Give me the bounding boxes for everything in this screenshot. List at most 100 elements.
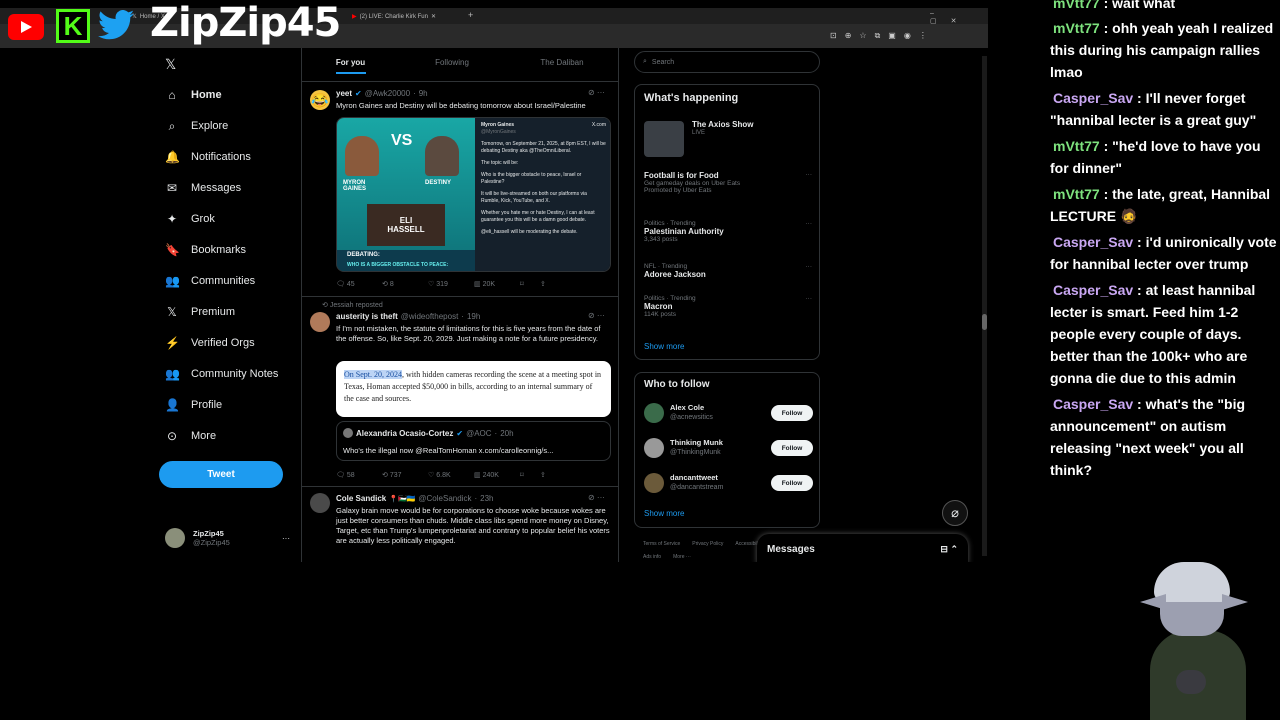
sidebar-item-explore[interactable]: ⌕ Explore — [165, 114, 229, 138]
views-button[interactable]: ▥ 240K — [474, 471, 520, 479]
ear — [1222, 594, 1248, 610]
sidebar-item-premium[interactable]: 𝕏 Premium — [165, 300, 235, 324]
messages-drawer[interactable]: Messages ⊟ ⌃ — [757, 534, 968, 562]
sidebar-item-more[interactable]: ⊙ More — [165, 424, 216, 448]
show-more-link[interactable]: Show more — [644, 509, 684, 518]
more-icon[interactable]: ⊘ ··· — [588, 311, 605, 320]
avatar — [310, 493, 330, 513]
tweet-button[interactable]: Tweet — [159, 461, 283, 488]
explore-icon: ⌕ — [168, 118, 176, 133]
like-button[interactable]: ♡ 319 — [428, 280, 474, 288]
footer-links: Terms of Service Privacy Policy Accessibil… — [643, 541, 763, 560]
sidebar-item-messages[interactable]: ✉ Messages — [165, 176, 241, 200]
profile-icon: 👤 — [165, 398, 180, 412]
sidebar-item-notifications[interactable]: 🔔 Notifications — [165, 145, 251, 169]
more-icon[interactable]: ··· — [806, 220, 813, 227]
quoted-article-image[interactable]: On Sept. 20, 2024, with hidden cameras r… — [336, 361, 611, 417]
trend-item[interactable]: Politics · Trending Macron 114K posts ··· — [644, 295, 812, 318]
chat-message: mVtt77 : "he'd love to have you for dinn… — [1050, 138, 1261, 176]
chat-message: Casper_Sav : at least hannibal lecter is… — [1050, 282, 1256, 386]
views-button[interactable]: ▥ 20K — [474, 280, 520, 288]
sidebar-item-verified-orgs[interactable]: ⚡ Verified Orgs — [165, 331, 255, 355]
trend-item[interactable]: Politics · Trending Palestinian Authority… — [644, 220, 812, 243]
follow-suggestion[interactable]: dancanttweet @dancantstream Follow — [644, 471, 814, 497]
card-text: Tomorrow, on September 21, 2025, at 8pm … — [481, 141, 606, 236]
scrollbar[interactable] — [982, 56, 987, 556]
follow-suggestion[interactable]: Alex Cole @acnewsitics Follow — [644, 401, 814, 427]
more-icon[interactable]: ··· — [806, 295, 813, 302]
sidebar-item-community-notes[interactable]: 👥 Community Notes — [165, 362, 278, 386]
home-icon: ⌂ — [168, 88, 176, 102]
compose-and-collapse-icons[interactable]: ⊟ ⌃ — [940, 544, 958, 555]
kick-logo-icon: K — [56, 9, 90, 43]
premium-icon: 𝕏 — [167, 305, 177, 319]
follow-button[interactable]: Follow — [771, 440, 813, 456]
like-button[interactable]: ♡ 6.8K — [428, 471, 474, 479]
share-button[interactable]: ⇪ — [540, 471, 586, 479]
sidebar-item-communities[interactable]: 👥 Communities — [165, 269, 255, 293]
more-icon[interactable]: ⊘ ··· — [588, 493, 605, 502]
card-line: It will be live-streamed on both our pla… — [481, 191, 587, 204]
whats-happening-card: What's happening The Axios Show LIVE Foo… — [634, 84, 820, 360]
quoted-tweet[interactable]: Alexandria Ocasio-Cortez ✔ @AOC · 20h Who's … — [336, 421, 611, 461]
x-logo-icon[interactable]: 𝕏 — [165, 56, 176, 73]
avatar — [644, 473, 664, 493]
more-icon[interactable]: ··· — [282, 534, 290, 543]
verified-orgs-icon: ⚡ — [165, 336, 180, 350]
tweet[interactable]: Cole Sandick 📍🇵🇸🇺🇦 @ColeSandick · 23h ⊘ ··· … — [302, 486, 618, 562]
tab-live[interactable]: ▶ (2) LIVE: Charlie Kirk Fun ✕ — [352, 10, 462, 23]
chat-username[interactable]: mVtt77 — [1053, 186, 1100, 202]
share-button[interactable]: ⇪ — [540, 280, 586, 288]
follow-button[interactable]: Follow — [771, 475, 813, 491]
more-icon[interactable]: ⊘ ··· — [588, 88, 605, 97]
trend-item[interactable]: NFL · Trending Adoree Jackson ··· — [644, 263, 812, 279]
grok-icon: ✦ — [166, 212, 178, 226]
sidebar-item-home[interactable]: ⌂ Home — [165, 83, 221, 107]
more-icon[interactable]: ··· — [806, 263, 813, 270]
chat-username[interactable]: Casper_Sav — [1053, 396, 1133, 412]
search-input[interactable]: ⌕ Search — [634, 51, 820, 73]
emote-icon: 🧔 — [1116, 208, 1138, 224]
browser-toolbar-icons[interactable]: ⊡⊕☆⧉▣◉⋮ — [830, 31, 935, 41]
follow-suggestion[interactable]: Thinking Munk @ThinkingMunk Follow — [644, 436, 814, 462]
close-icon[interactable]: ✕ — [431, 13, 436, 20]
follow-button[interactable]: Follow — [771, 405, 813, 421]
chat-message: mVtt77 : ohh yeah yeah I realized this d… — [1050, 20, 1274, 80]
sidebar-item-grok[interactable]: ✦ Grok — [165, 207, 215, 231]
ear — [1140, 594, 1166, 610]
chat-username[interactable]: Casper_Sav — [1053, 282, 1133, 298]
tweet[interactable]: ⟲ Jessiah reposted austerity is theft @wi… — [302, 296, 618, 486]
more-icon[interactable]: ··· — [806, 171, 813, 178]
tweet-media[interactable]: VS MYRON GAINES DESTINY ELI HASSELL DEBA… — [336, 117, 611, 272]
bookmark-button[interactable]: ⌑ — [520, 280, 540, 288]
person-image — [425, 136, 459, 176]
live-thumbnail[interactable] — [644, 121, 684, 157]
grok-icon[interactable]: ⌀ — [942, 500, 968, 526]
repost-button[interactable]: ⟲ 737 — [382, 471, 428, 479]
window-controls[interactable]: –▢✕ — [930, 10, 988, 25]
reply-button[interactable]: 🗨 45 — [336, 280, 382, 288]
messages-icon: ✉ — [166, 181, 178, 195]
repost-button[interactable]: ⟲ 8 — [382, 280, 428, 288]
chat-username[interactable]: mVtt77 — [1053, 0, 1100, 11]
tab-following[interactable]: Following — [402, 48, 502, 76]
card-line: The topic will be: — [481, 160, 519, 166]
chat-username[interactable]: mVtt77 — [1053, 138, 1100, 154]
chat-username[interactable]: Casper_Sav — [1053, 90, 1133, 106]
avatar: 😂 — [310, 90, 330, 110]
chat-username[interactable]: mVtt77 — [1053, 20, 1100, 36]
reply-button[interactable]: 🗨 58 — [336, 471, 382, 479]
tweet[interactable]: 😂 yeet ✔ @Awk20000 · 9h ⊘ ··· Myron Gaines a… — [302, 81, 618, 296]
new-tab-button[interactable]: + — [468, 10, 473, 20]
chat-message: mVtt77 : wait what — [1050, 0, 1280, 14]
trend-item[interactable]: Football is for Food Get gameday deals on… — [644, 171, 812, 194]
show-more-link[interactable]: Show more — [644, 342, 684, 351]
tab-daliban[interactable]: The Daliban — [512, 48, 612, 76]
youtube-logo-icon — [8, 14, 44, 40]
bookmark-button[interactable]: ⌑ — [520, 471, 540, 479]
chat-username[interactable]: Casper_Sav — [1053, 234, 1133, 250]
sidebar-item-profile[interactable]: 👤 Profile — [165, 393, 222, 417]
account-switcher[interactable]: ZipZip45 @ZipZip45 ··· — [165, 528, 290, 548]
card-line: Whether you hate me or hate Destiny, I c… — [481, 210, 595, 223]
sidebar-item-bookmarks[interactable]: 🔖 Bookmarks — [165, 238, 246, 262]
